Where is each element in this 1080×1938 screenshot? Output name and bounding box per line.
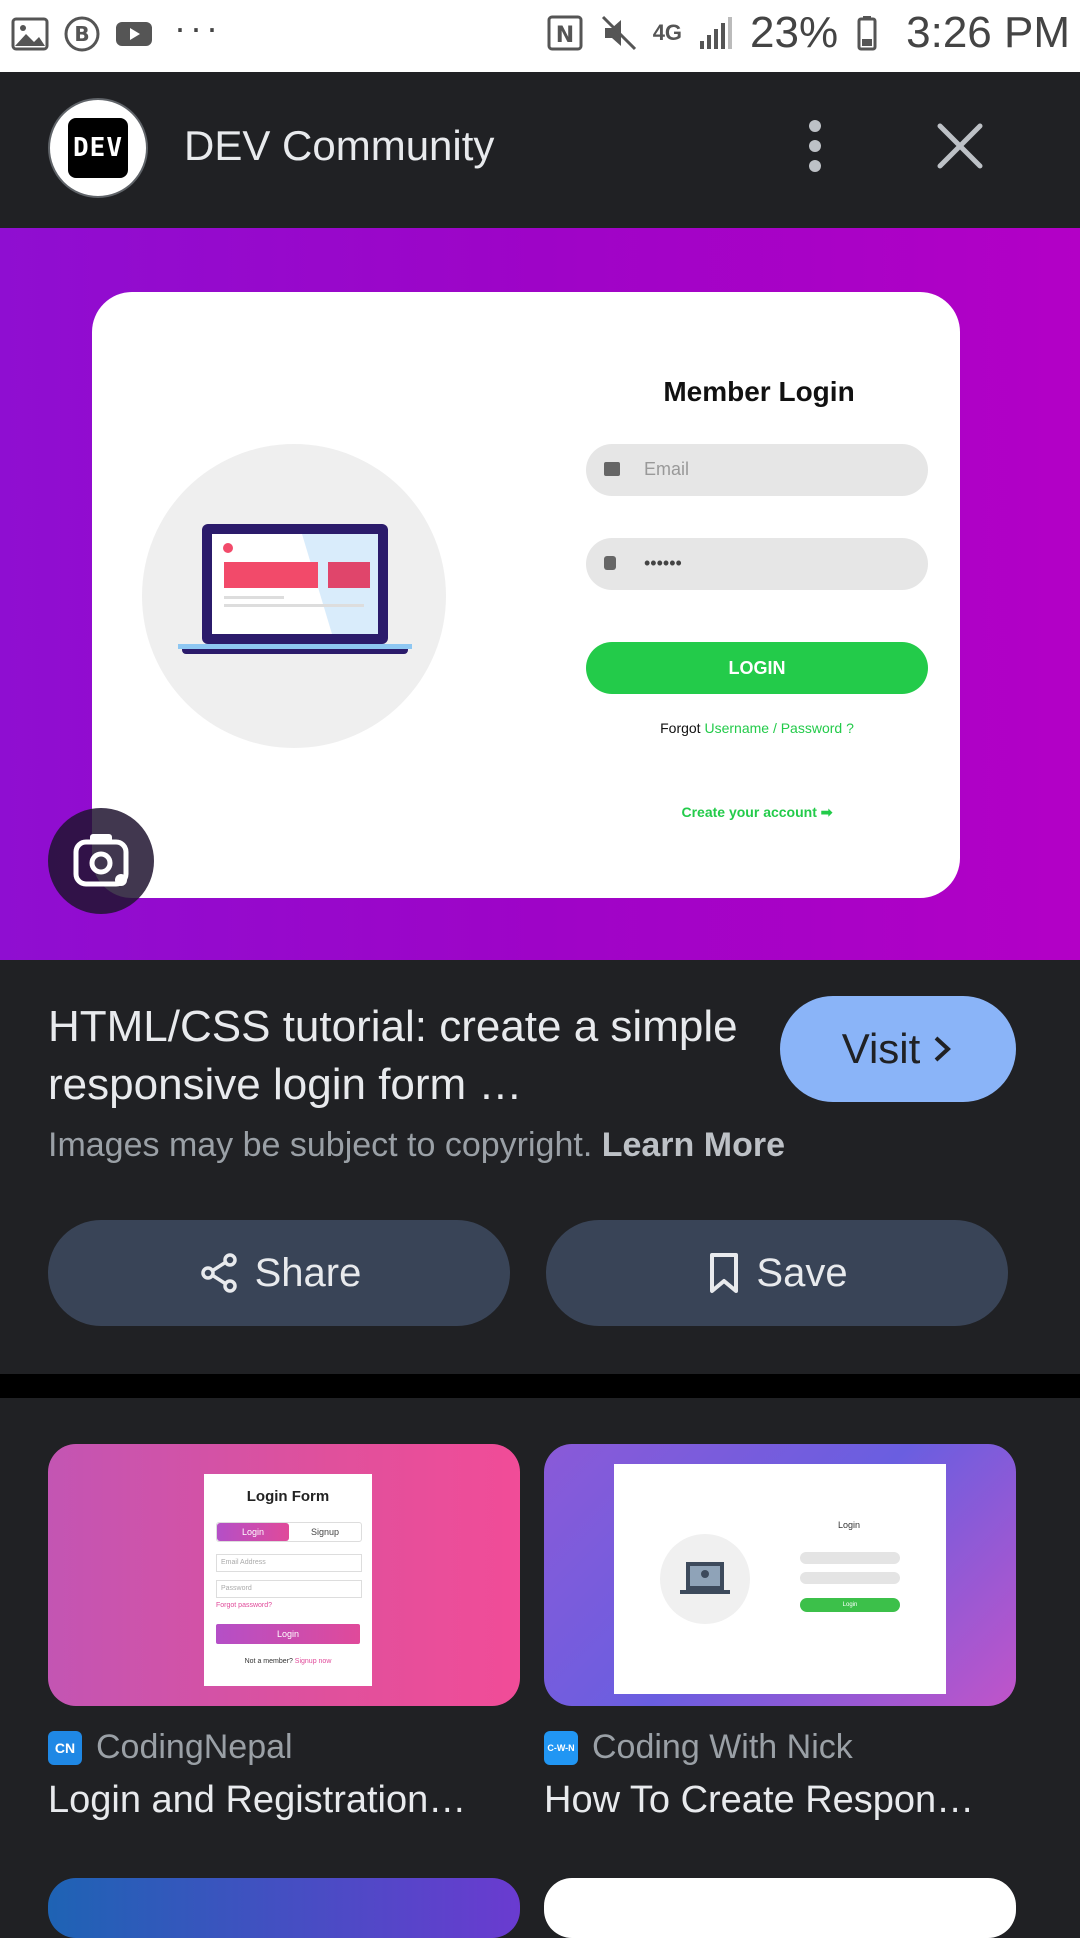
share-label: Share — [254, 1250, 362, 1295]
thumb-form-title: Login Form — [246, 1488, 330, 1505]
forgot-link: Username / Password ? — [704, 720, 854, 736]
dev-logo: DEV — [68, 118, 128, 178]
thumb-laptop-circle — [660, 1534, 750, 1624]
site-name[interactable]: DEV Community — [184, 122, 494, 170]
close-icon[interactable] — [930, 116, 990, 176]
source-name: Coding With Nick — [592, 1728, 853, 1766]
mail-icon — [604, 462, 620, 476]
thumb-password-pill — [800, 1572, 900, 1584]
network-type: 4G — [652, 20, 683, 45]
share-button[interactable]: Share — [48, 1220, 510, 1326]
forgot-text: Forgot Username / Password ? — [586, 720, 928, 736]
image-info-panel: HTML/CSS tutorial: create a simple respo… — [0, 960, 1080, 1374]
result-thumbnail[interactable]: Login Login — [544, 1444, 1016, 1706]
save-button[interactable]: Save — [546, 1220, 1008, 1326]
preview-image[interactable]: Member Login Email •••••• LOGIN Forgot U… — [0, 228, 1080, 960]
thumb-footer: Not a member? Signup now — [204, 1658, 372, 1665]
image-title[interactable]: HTML/CSS tutorial: create a simple respo… — [48, 998, 748, 1114]
thumb-email-pill — [800, 1552, 900, 1564]
result-thumbnail-partial[interactable] — [544, 1878, 1016, 1938]
lens-button[interactable] — [48, 808, 154, 914]
result-title[interactable]: How To Create Respon… — [544, 1779, 1016, 1822]
thumb-tabs: Login Signup — [216, 1522, 362, 1542]
mute-icon — [601, 15, 636, 51]
share-icon — [200, 1253, 237, 1293]
lock-icon — [604, 556, 616, 570]
more-notifications-icon: ··· — [174, 7, 222, 48]
laptop-illustration — [142, 444, 446, 748]
section-divider — [0, 1374, 1080, 1398]
member-login-title: Member Login — [663, 376, 855, 407]
google-lens-icon — [73, 834, 129, 887]
signal-icon — [700, 17, 733, 49]
result-title[interactable]: Login and Registration… — [48, 1779, 520, 1822]
status-bar: B ··· N 4G 23% 3:26 PM — [0, 0, 1080, 72]
password-dots: •••••• — [644, 553, 682, 573]
youtube-icon — [116, 22, 152, 46]
result-thumbnail[interactable]: Login Form Login Signup Email Address Pa… — [48, 1444, 520, 1706]
thumb-tab-login: Login — [217, 1523, 289, 1541]
create-account-text: Create your account ➡ — [681, 804, 833, 820]
password-pill: •••••• — [586, 538, 928, 590]
result-source: C-W-N Coding With Nick — [544, 1728, 1016, 1767]
battery-percent: 23% — [750, 8, 839, 57]
save-label: Save — [756, 1250, 848, 1295]
clock: 3:26 PM — [906, 8, 1070, 57]
b-circle-icon: B — [64, 16, 100, 52]
result-card[interactable]: Login Login C-W-N Coding With Nick How T… — [544, 1444, 1016, 1822]
thumb-footer-link: Signup now — [294, 1658, 332, 1665]
result-thumbnail-partial[interactable] — [48, 1878, 520, 1938]
laptop-icon — [680, 1562, 730, 1594]
source-name: CodingNepal — [96, 1728, 293, 1766]
thumb-login-button: Login — [216, 1624, 360, 1644]
copyright-notice: Images may be subject to copyright. Lear… — [48, 1126, 785, 1165]
more-options-icon[interactable] — [800, 116, 830, 176]
codingnepal-favicon-icon: CN — [48, 1730, 82, 1765]
thumb-password: Password — [216, 1580, 362, 1598]
login-form-preview: Login Form Login Signup Email Address Pa… — [204, 1474, 372, 1686]
nfc-icon: N — [547, 15, 583, 51]
battery-icon — [857, 16, 877, 51]
forgot-prefix: Forgot — [660, 720, 705, 736]
login-card-illustration: Member Login Email •••••• LOGIN Forgot U… — [92, 292, 960, 898]
laptop-icon — [178, 524, 412, 654]
email-placeholder: Email — [644, 459, 690, 479]
svg-text:B: B — [74, 22, 89, 46]
learn-more-link[interactable]: Learn More — [602, 1126, 785, 1164]
bookmark-icon — [710, 1253, 739, 1293]
site-avatar[interactable]: DEV — [48, 98, 148, 198]
thumb-forgot: Forgot password? — [216, 1602, 273, 1609]
svg-text:N: N — [555, 23, 573, 48]
copyright-text: Images may be subject to copyright. — [48, 1126, 593, 1164]
codingwithnick-favicon-icon: C-W-N — [544, 1730, 578, 1765]
thumb-login-title: Login — [837, 1520, 861, 1530]
email-pill: Email — [586, 444, 928, 496]
result-source: CN CodingNepal — [48, 1728, 520, 1767]
login-preview: Login Login — [614, 1464, 946, 1694]
visit-button[interactable]: Visit — [780, 996, 1016, 1102]
viewer-header: DEV DEV Community — [0, 72, 1080, 228]
thumb-email: Email Address — [216, 1554, 362, 1572]
thumb-footer-prefix: Not a member? — [244, 1658, 295, 1665]
thumb-tab-signup: Signup — [310, 1527, 340, 1537]
result-card[interactable]: Login Form Login Signup Email Address Pa… — [48, 1444, 520, 1822]
chevron-right-icon — [934, 1036, 952, 1062]
gallery-icon — [11, 17, 49, 51]
login-button-illustration: LOGIN — [586, 642, 928, 694]
thumb-login-button: Login — [800, 1598, 900, 1612]
visit-label: Visit — [841, 1025, 921, 1072]
